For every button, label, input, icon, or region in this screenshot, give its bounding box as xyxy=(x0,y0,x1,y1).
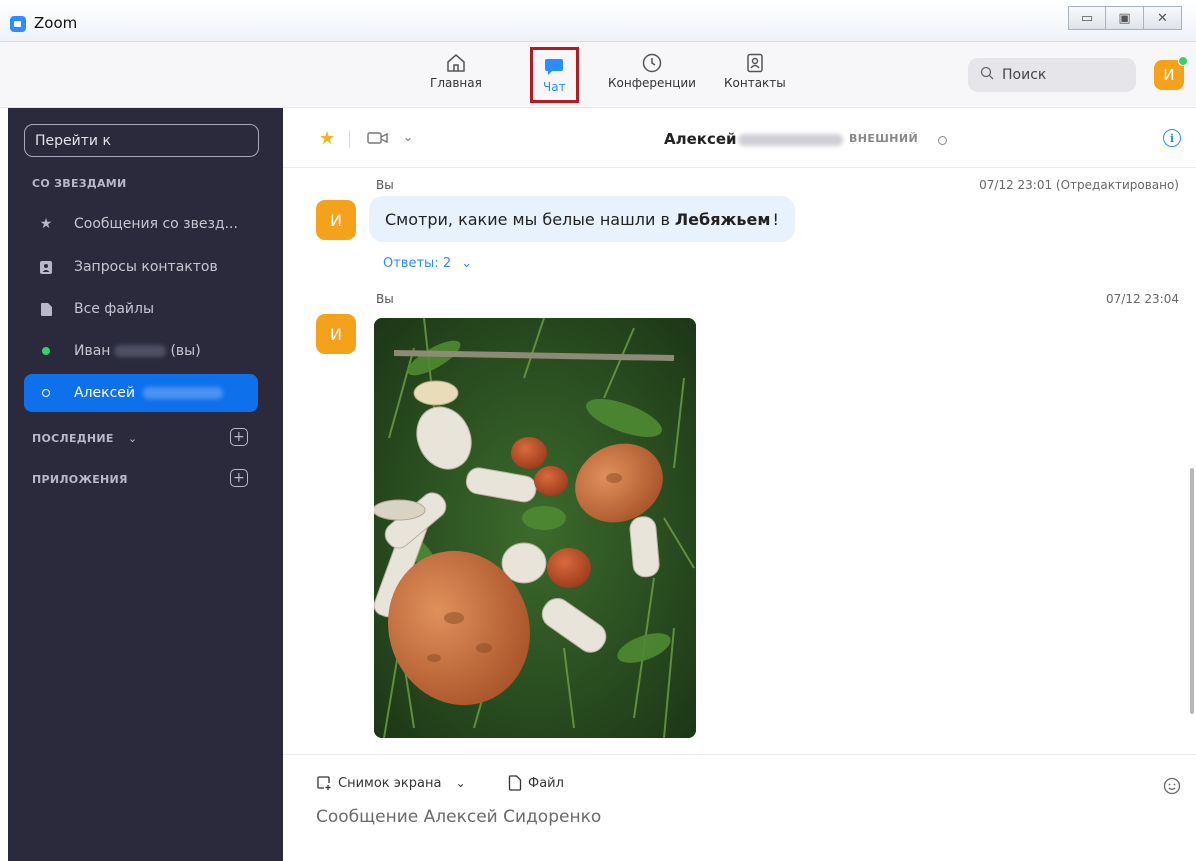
message-composer: Снимок экрана ⌄ Файл xyxy=(283,754,1196,861)
user-avatar[interactable]: И xyxy=(1154,56,1188,90)
message-bubble[interactable]: Смотри, какие мы белые нашли в Лебяжьем … xyxy=(369,196,795,242)
screenshot-icon xyxy=(316,775,332,791)
file-icon xyxy=(38,302,54,316)
sidebar-item-label: Иван xyxy=(74,343,111,359)
screenshot-button[interactable]: Снимок экрана ⌄ xyxy=(316,775,466,791)
sidebar-item-suffix: (вы) xyxy=(170,343,201,359)
window-titlebar: Zoom ▭ ▣ ✕ xyxy=(0,0,1196,42)
external-badge: ВНЕШНИЙ xyxy=(849,132,919,145)
section-recent[interactable]: ПОСЛЕДНИЕ ⌄ + xyxy=(32,428,248,446)
star-icon: ★ xyxy=(39,216,53,232)
top-navigation: Главная Чат Конференции Контакты Поиск И xyxy=(0,42,1196,108)
sidebar-item-label: Запросы контактов xyxy=(74,259,218,275)
avatar[interactable]: И xyxy=(316,200,356,240)
sidebar-item-self[interactable]: Иван (вы) xyxy=(24,332,258,370)
message-text: Смотри, какие мы белые нашли в xyxy=(385,209,670,229)
tab-home-label: Главная xyxy=(430,76,482,90)
online-dot-icon xyxy=(38,347,54,355)
tab-home[interactable]: Главная xyxy=(430,50,482,102)
message-sender: Вы xyxy=(376,178,394,192)
goto-label: Перейти к xyxy=(35,132,111,149)
tab-chat[interactable]: Чат xyxy=(530,47,579,103)
mushrooms-photo[interactable] xyxy=(374,318,696,738)
chevron-down-icon[interactable]: ⌄ xyxy=(455,776,465,790)
message-list: Вы 07/12 23:01 (Отредактировано) И Смотр… xyxy=(283,168,1196,754)
maximize-button[interactable]: ▣ xyxy=(1106,6,1144,30)
tab-meetings[interactable]: Конференции xyxy=(608,50,696,102)
section-starred: СО ЗВЕЗДАМИ xyxy=(32,177,127,190)
tab-contacts-label: Контакты xyxy=(724,76,786,90)
file-button[interactable]: Файл xyxy=(508,775,564,791)
clock-icon xyxy=(641,50,663,76)
sidebar-item-label: Все файлы xyxy=(74,301,155,317)
redacted-surname xyxy=(738,134,843,146)
section-apps-label: ПРИЛОЖЕНИЯ xyxy=(32,473,128,486)
tab-chat-label: Чат xyxy=(543,80,566,94)
offline-dot-icon xyxy=(38,389,54,397)
search-icon xyxy=(980,66,994,84)
window-controls: ▭ ▣ ✕ xyxy=(1068,6,1182,30)
scrollbar[interactable] xyxy=(1190,468,1194,714)
contact-card-icon xyxy=(744,50,766,76)
sidebar-item-all-files[interactable]: Все файлы xyxy=(24,290,258,328)
minimize-button[interactable]: ▭ xyxy=(1068,6,1106,30)
redacted-surname xyxy=(114,345,167,357)
video-call-icon[interactable] xyxy=(367,130,389,150)
sidebar-item-alexey[interactable]: Алексей xyxy=(24,374,258,412)
goto-input[interactable]: Перейти к xyxy=(24,124,259,157)
section-apps[interactable]: ПРИЛОЖЕНИЯ + xyxy=(32,469,248,487)
emoji-icon[interactable] xyxy=(1163,777,1181,799)
star-contact-icon[interactable]: ★ xyxy=(319,128,335,149)
add-recent-icon[interactable]: + xyxy=(230,428,248,446)
redacted-surname xyxy=(143,387,224,399)
message-sender: Вы xyxy=(376,292,394,306)
chevron-down-icon[interactable]: ⌄ xyxy=(403,130,413,144)
tab-contacts[interactable]: Контакты xyxy=(724,50,786,102)
info-icon[interactable]: i xyxy=(1163,129,1181,147)
replies-label: Ответы: 2 xyxy=(383,256,452,271)
sidebar-item-starred-messages[interactable]: ★ Сообщения со звезд... xyxy=(24,205,258,243)
file-label: Файл xyxy=(528,775,564,791)
chat-contact-name: Алексей xyxy=(664,130,737,148)
chat-header: ★ ⌄ Алексей ВНЕШНИЙ i xyxy=(283,108,1196,168)
screenshot-label: Снимок экрана xyxy=(338,775,442,791)
chat-bubble-icon xyxy=(543,54,565,80)
window-title: Zoom xyxy=(34,14,78,32)
zoom-logo-icon xyxy=(10,16,26,32)
message-time: 07/12 23:01 (Отредактировано) xyxy=(979,178,1179,192)
search-box[interactable]: Поиск xyxy=(968,58,1136,92)
chevron-down-icon: ⌄ xyxy=(127,432,138,445)
search-placeholder: Поиск xyxy=(1002,67,1047,83)
sidebar: Перейти к СО ЗВЕЗДАМИ ★ Сообщения со зве… xyxy=(8,108,283,861)
tab-meetings-label: Конференции xyxy=(608,76,696,90)
message-input[interactable] xyxy=(316,807,1156,827)
message-text-bold: Лебяжьем xyxy=(674,209,771,229)
contact-request-icon xyxy=(38,260,54,274)
avatar[interactable]: И xyxy=(316,314,356,354)
message-text-end: ! xyxy=(772,209,779,229)
replies-link[interactable]: Ответы: 2 ⌄ xyxy=(383,256,472,271)
presence-status-icon xyxy=(938,136,947,145)
sidebar-item-label: Сообщения со звезд... xyxy=(74,216,238,232)
divider xyxy=(349,130,350,148)
avatar-initial: И xyxy=(1163,66,1175,84)
add-app-icon[interactable]: + xyxy=(230,469,248,487)
avatar-initial: И xyxy=(330,324,342,344)
home-icon xyxy=(445,50,467,76)
section-recent-label: ПОСЛЕДНИЕ xyxy=(32,432,114,445)
avatar-initial: И xyxy=(330,210,342,230)
close-button[interactable]: ✕ xyxy=(1144,6,1182,30)
sidebar-item-contact-requests[interactable]: Запросы контактов xyxy=(24,248,258,286)
file-icon xyxy=(508,775,522,791)
sidebar-item-label: Алексей xyxy=(74,385,136,401)
online-status-icon xyxy=(1178,56,1188,66)
message-time: 07/12 23:04 xyxy=(1106,292,1179,306)
chevron-down-icon: ⌄ xyxy=(461,256,473,271)
